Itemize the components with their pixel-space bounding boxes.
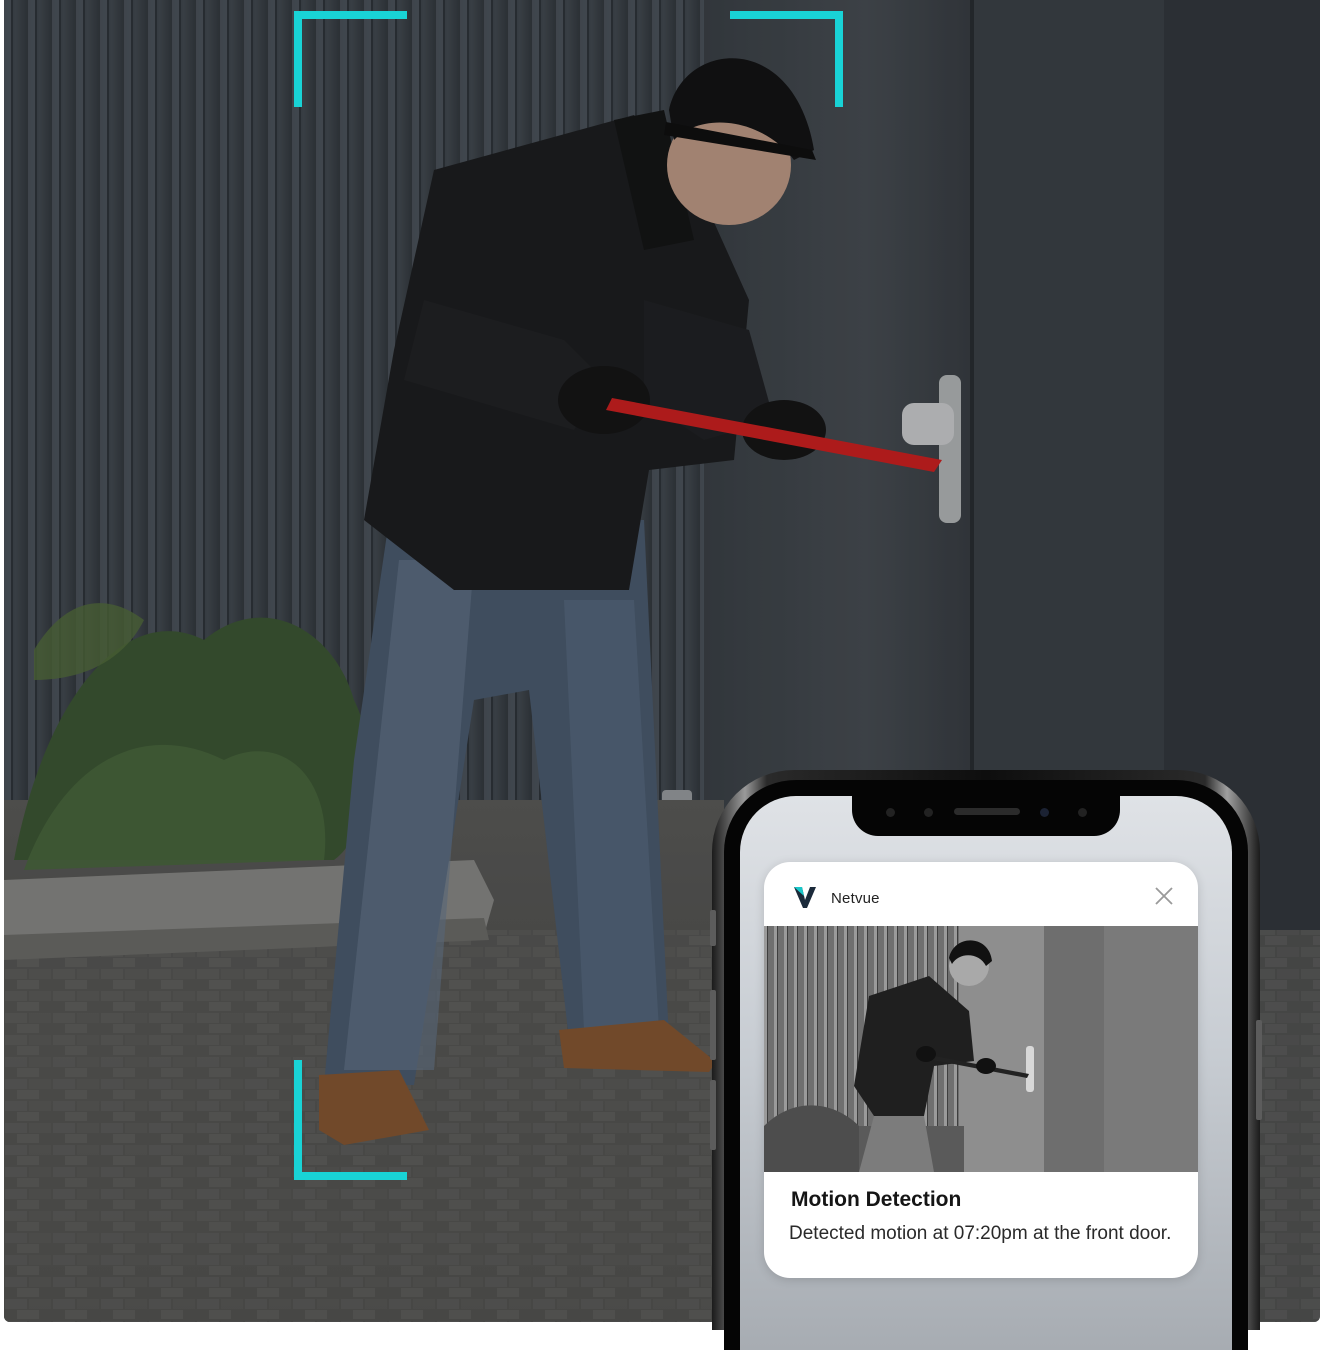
app-name: Netvue bbox=[831, 890, 880, 907]
sensor-dot bbox=[924, 808, 933, 817]
close-icon[interactable] bbox=[1152, 884, 1176, 908]
phone-volume-up bbox=[710, 990, 716, 1060]
detection-frame-top-left bbox=[294, 11, 407, 107]
sensor-dot bbox=[1078, 808, 1087, 817]
smartphone: Netvue Motion Detection Detected motion … bbox=[710, 770, 1262, 1350]
notification-body: Detected motion at 07:20pm at the front … bbox=[789, 1223, 1172, 1244]
earpiece-speaker bbox=[954, 808, 1020, 815]
phone-screen: Netvue Motion Detection Detected motion … bbox=[740, 796, 1232, 1350]
detection-frame-bottom-left bbox=[294, 1060, 407, 1180]
notification-title: Motion Detection bbox=[791, 1188, 962, 1211]
motion-snapshot-image[interactable] bbox=[764, 926, 1198, 1172]
motion-notification-card[interactable]: Netvue Motion Detection Detected motion … bbox=[764, 862, 1198, 1278]
detection-frame-top-right bbox=[730, 11, 843, 107]
front-camera bbox=[1040, 808, 1049, 817]
netvue-v-logo-icon bbox=[794, 887, 816, 908]
sensor-dot bbox=[886, 808, 895, 817]
phone-side-button bbox=[710, 910, 716, 946]
phone-volume-down bbox=[710, 1080, 716, 1150]
phone-notch bbox=[852, 796, 1120, 836]
phone-power-button bbox=[1256, 1020, 1262, 1120]
notification-header: Netvue bbox=[764, 862, 1198, 926]
